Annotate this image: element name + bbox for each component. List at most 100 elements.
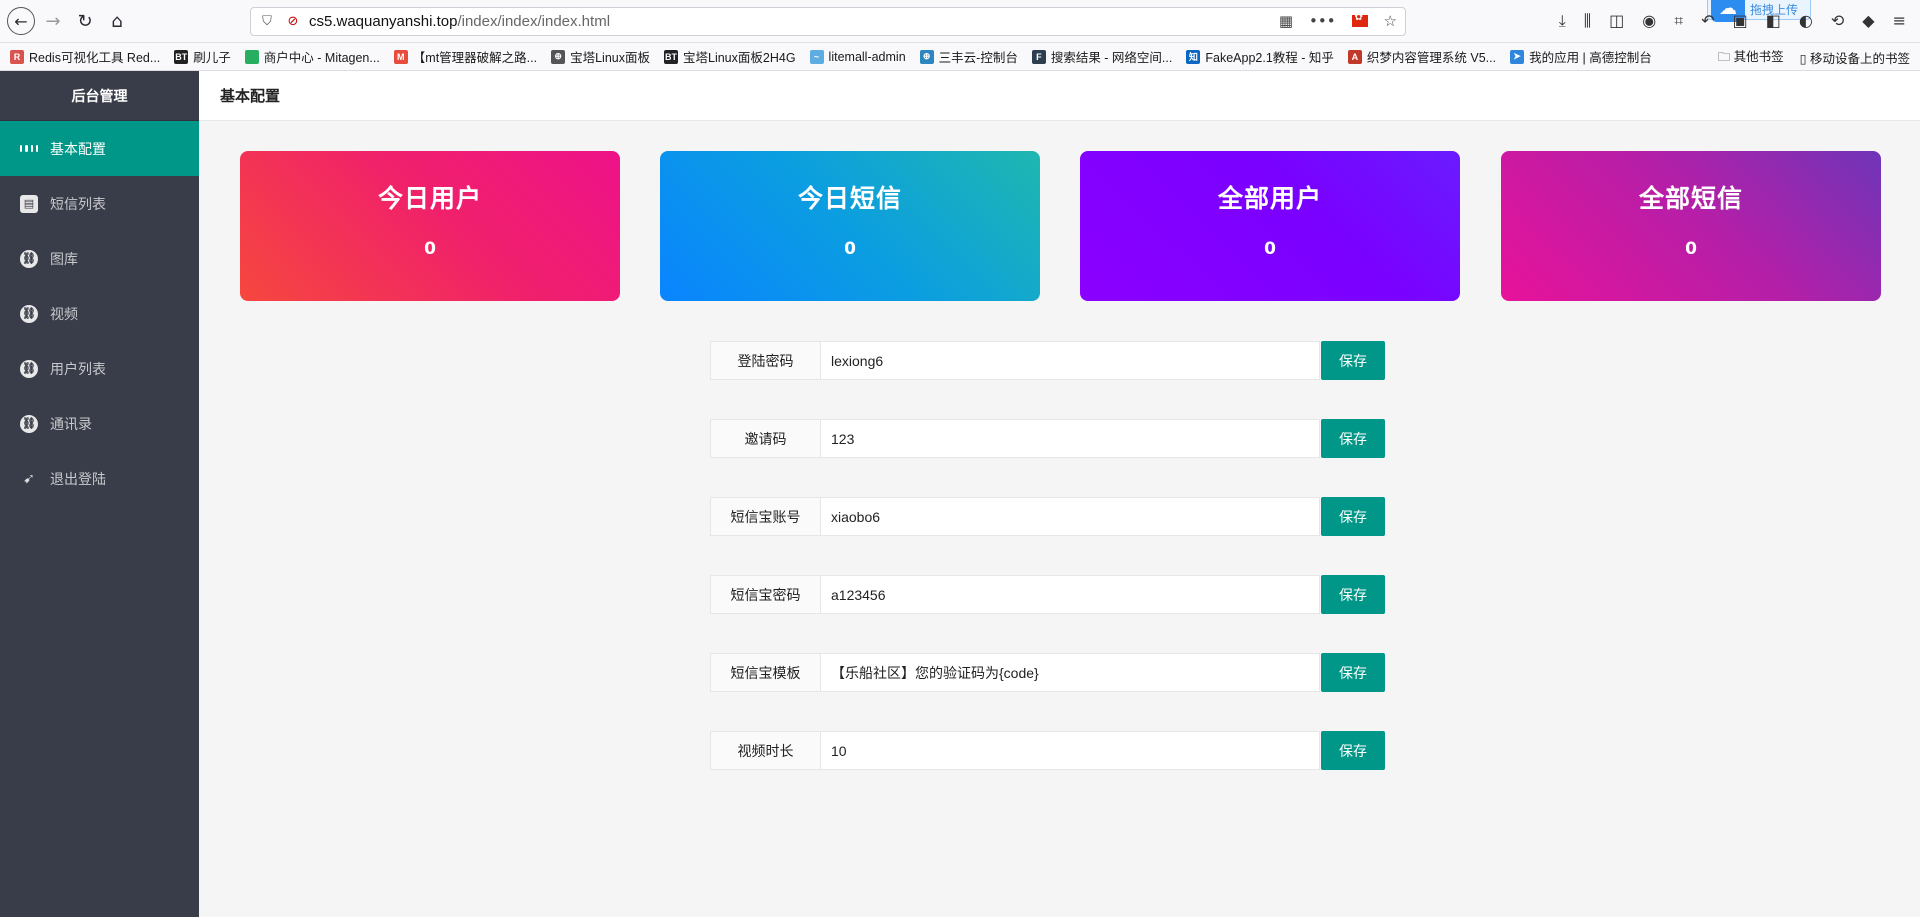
bookmark-item[interactable]: ➤ 我的应用 | 高德控制台 — [1510, 47, 1652, 66]
bookmark-item[interactable]: R Redis可视化工具 Red... — [10, 47, 160, 66]
bookmark-label: 三丰云-控制台 — [938, 51, 1018, 65]
sidebar-item-label: 退出登陆 — [50, 471, 106, 488]
sidebar-item-user-list[interactable]: ⛓ 用户列表 — [0, 341, 199, 396]
save-button[interactable]: 保存 — [1321, 731, 1385, 770]
bookmark-favicon-icon: M — [393, 49, 408, 64]
bookmark-folder-label: 移动设备上的书签 — [1809, 51, 1910, 66]
more-actions-icon[interactable]: ••• — [1309, 12, 1336, 30]
sidebar-item-contacts[interactable]: ⛓ 通讯录 — [0, 396, 199, 451]
stat-card-value: 0 — [424, 239, 436, 259]
download-icon[interactable]: ⤓ — [1559, 11, 1566, 31]
stat-card-today-sms: 今日短信 0 — [660, 151, 1040, 301]
stat-card-value: 0 — [844, 239, 856, 259]
insecure-lock-icon[interactable]: ⊘ — [285, 14, 301, 30]
stat-card-value: 0 — [1264, 239, 1276, 259]
mobile-bookmarks-folder[interactable]: ▯ 移动设备上的书签 — [1800, 48, 1910, 67]
extension-icon-2[interactable]: ◧ — [1766, 11, 1781, 31]
extension-icon-3[interactable]: ◐ — [1799, 11, 1813, 31]
bookmark-favicon-icon — [244, 49, 259, 64]
form-label: 登陆密码 — [710, 341, 820, 380]
bookmark-item[interactable]: 商户中心 - Mitagen... — [244, 47, 380, 66]
other-bookmarks-folder[interactable]: 🗀 其他书签 — [1718, 46, 1784, 69]
mobile-icon: ▯ — [1799, 51, 1810, 66]
invite-code-field[interactable] — [820, 419, 1320, 458]
library-icon[interactable]: ⫼ — [1584, 11, 1591, 31]
login-password-field[interactable] — [820, 341, 1320, 380]
url-text[interactable]: cs5.waquanyanshi.top/index/index/index.h… — [309, 13, 610, 30]
stat-card-title: 全部短信 — [1638, 184, 1743, 213]
stat-card-value: 0 — [1685, 239, 1697, 259]
bookmark-label: Redis可视化工具 Red... — [29, 51, 161, 65]
sms-list-icon: ▤ — [20, 194, 38, 213]
sidebar-item-label: 通讯录 — [50, 416, 92, 433]
form-row-invite-code: 邀请码 保存 — [710, 419, 1385, 458]
bookmark-favicon-icon: BT — [664, 49, 678, 64]
sms-template-field[interactable] — [820, 653, 1320, 692]
sync-icon[interactable]: ⟲ — [1831, 11, 1844, 31]
link-icon: ⛓ — [20, 359, 38, 378]
sidebar-item-label: 图库 — [50, 251, 78, 268]
bookmark-label: 织梦内容管理系统 V5... — [1366, 51, 1497, 65]
hk-flag-icon[interactable] — [1351, 12, 1368, 27]
save-button[interactable]: 保存 — [1321, 341, 1385, 380]
bookmark-item[interactable]: M 【mt管理器破解之路... — [393, 47, 537, 66]
bookmark-favicon-icon: A — [1347, 49, 1362, 64]
menu-icon[interactable]: ≡ — [1893, 11, 1906, 31]
bookmark-label: 刷儿子 — [193, 51, 231, 65]
reload-icon[interactable]: ↻ — [72, 8, 98, 34]
bookmark-favicon-icon: R — [10, 49, 24, 64]
qr-code-icon[interactable]: ▦ — [1279, 12, 1293, 30]
sidebar-item-logout[interactable]: ➹ 退出登陆 — [0, 451, 199, 506]
undo-icon[interactable]: ↶ — [1701, 11, 1714, 31]
url-bar[interactable]: ⛉ ⊘ cs5.waquanyanshi.top/index/index/ind… — [250, 7, 1406, 36]
save-button[interactable]: 保存 — [1321, 497, 1385, 536]
extension-icon-4[interactable]: ◆ — [1862, 11, 1874, 31]
bookmark-item[interactable]: F 搜索结果 - 网络空间... — [1031, 47, 1172, 66]
sms-password-field[interactable] — [820, 575, 1320, 614]
url-host: cs5.waquanyanshi.top — [309, 13, 458, 30]
stat-card-all-users: 全部用户 0 — [1080, 151, 1460, 301]
bookmark-label: 宝塔Linux面板 — [570, 51, 650, 65]
save-button[interactable]: 保存 — [1321, 575, 1385, 614]
bookmark-label: FakeApp2.1教程 - 知乎 — [1205, 51, 1334, 65]
video-duration-field[interactable] — [820, 731, 1320, 770]
sidebar-toggle-icon[interactable]: ◫ — [1609, 11, 1624, 31]
sms-account-field[interactable] — [820, 497, 1320, 536]
sidebar-item-sms-list[interactable]: ▤ 短信列表 — [0, 176, 199, 231]
home-icon[interactable]: ⌂ — [104, 8, 130, 34]
bookmark-item[interactable]: ~ litemall-admin — [809, 49, 906, 64]
bookmark-star-icon[interactable]: ☆ — [1384, 12, 1397, 30]
stat-card-title: 今日用户 — [377, 184, 482, 213]
url-path: /index/index/index.html — [457, 13, 611, 30]
sidebar-item-video[interactable]: ⛓ 视频 — [0, 286, 199, 341]
form-label: 短信宝密码 — [710, 575, 820, 614]
bookmark-item[interactable]: ⊕ 三丰云-控制台 — [919, 47, 1018, 66]
stat-card-all-sms: 全部短信 0 — [1501, 151, 1881, 301]
sidebar-item-basic-config[interactable]: 基本配置 — [0, 121, 199, 176]
bookmark-item[interactable]: ⊕ 宝塔Linux面板 — [551, 47, 650, 66]
sidebar-item-gallery[interactable]: ⛓ 图库 — [0, 231, 199, 286]
bookmark-item[interactable]: A 织梦内容管理系统 V5... — [1347, 47, 1497, 66]
bookmark-favicon-icon: ~ — [809, 49, 824, 64]
forward-arrow-icon[interactable]: → — [40, 8, 66, 34]
browser-toolbar: ← → ↻ ⌂ ⛉ ⊘ cs5.waquanyanshi.top/index/i… — [0, 0, 1920, 43]
form-row-video-duration: 视频时长 保存 — [710, 731, 1385, 770]
form-row-login-password: 登陆密码 保存 — [710, 341, 1385, 380]
page-title: 基本配置 — [199, 71, 1920, 121]
account-icon[interactable]: ◉ — [1642, 11, 1656, 31]
bookmark-label: 商户中心 - Mitagen... — [263, 51, 380, 65]
back-arrow-icon[interactable]: ← — [7, 7, 35, 35]
bookmark-folder-label: 其他书签 — [1733, 49, 1784, 64]
sidebar: 后台管理 基本配置 ▤ 短信列表 ⛓ 图库 ⛓ 视频 ⛓ 用户列表 ⛓ 通讯录 … — [0, 71, 199, 917]
bookmark-item[interactable]: BT 刷儿子 — [174, 47, 231, 66]
screenshot-icon[interactable]: ⌗ — [1674, 11, 1683, 31]
shield-icon[interactable]: ⛉ — [259, 14, 275, 30]
save-button[interactable]: 保存 — [1321, 419, 1385, 458]
stat-cards: 今日用户 0 今日短信 0 全部用户 0 全部短信 0 — [240, 151, 1881, 301]
sidebar-item-label: 视频 — [50, 306, 78, 323]
form-label: 短信宝模板 — [710, 653, 820, 692]
save-button[interactable]: 保存 — [1321, 653, 1385, 692]
bookmark-item[interactable]: 知 FakeApp2.1教程 - 知乎 — [1186, 47, 1334, 66]
extension-icon[interactable]: ▣ — [1733, 11, 1748, 31]
bookmark-item[interactable]: BT 宝塔Linux面板2H4G — [664, 47, 796, 66]
